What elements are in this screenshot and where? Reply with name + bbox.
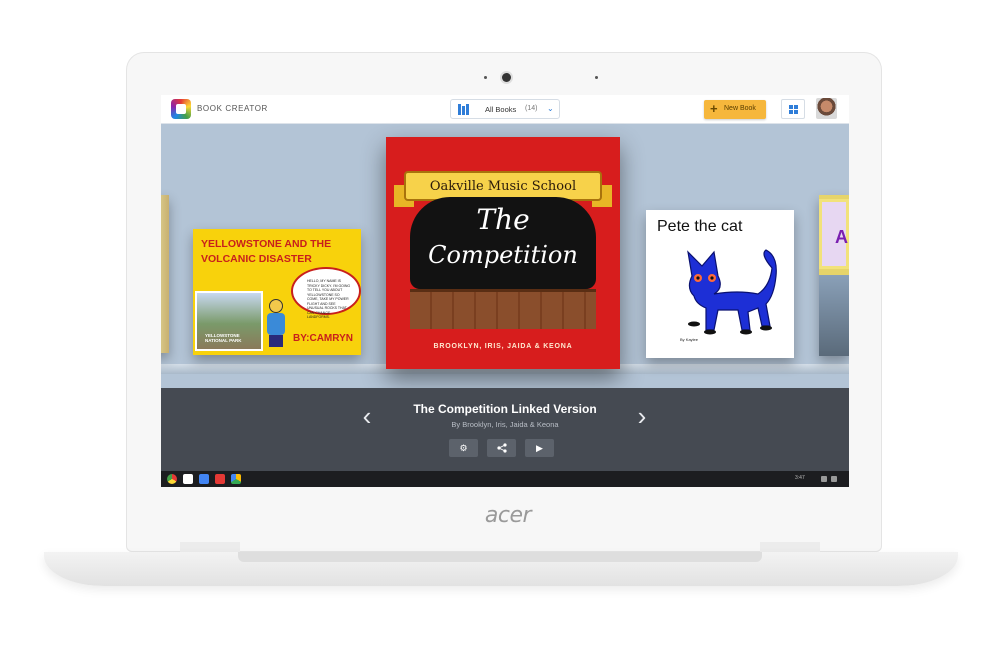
- library-dropdown[interactable]: All Books (14) ⌄: [450, 99, 560, 119]
- youtube-icon[interactable]: [215, 474, 225, 484]
- screen: BOOK CREATOR All Books (14) ⌄ + New Book: [161, 95, 849, 487]
- webcam-sensor-right: [595, 76, 598, 79]
- library-label: All Books: [485, 105, 517, 114]
- drive-icon[interactable]: [231, 474, 241, 484]
- laptop-photo: BOOK CREATOR All Books (14) ⌄ + New Book: [0, 0, 1000, 667]
- share-button[interactable]: [487, 439, 516, 457]
- cover-photo: [819, 275, 849, 356]
- clock[interactable]: 3:47: [795, 475, 805, 481]
- avatar[interactable]: [816, 98, 837, 119]
- speech-text: HELLO, MY NAME IS TRICKY DICKY. I'M GOIN…: [307, 279, 351, 319]
- chevron-down-icon: ⌄: [547, 104, 554, 113]
- webcam-sensor-left: [484, 76, 487, 79]
- share-icon: [496, 443, 507, 453]
- book-cover-title: Pete the cat: [657, 218, 743, 235]
- book-creator-logo-icon: [171, 99, 191, 119]
- battery-icon[interactable]: [831, 476, 837, 482]
- book-cover-author: BY:CAMRYN: [293, 333, 353, 344]
- photo-caption: YELLOWSTONE NATIONAL PARK: [205, 333, 242, 343]
- laptop-brand-logo: acer: [484, 503, 532, 528]
- book-cover-title-line-1: The: [476, 203, 530, 236]
- book-cover-title-line-2: Competition: [428, 241, 578, 269]
- play-button[interactable]: ▶: [525, 439, 554, 457]
- books-icon: [458, 104, 470, 115]
- plus-icon: +: [710, 101, 718, 116]
- new-book-button[interactable]: + New Book: [704, 100, 766, 119]
- chevron-right-icon[interactable]: ›: [632, 403, 652, 429]
- gmail-icon[interactable]: [183, 474, 193, 484]
- grid-view-button[interactable]: [781, 99, 805, 119]
- book-cover-byline: By Kaylee: [680, 337, 699, 342]
- selected-book-title: The Competition Linked Version: [413, 402, 597, 416]
- brick-wall: [410, 289, 596, 329]
- book-cover-yellowstone[interactable]: Yellowstone and the Volcanic Disaster YE…: [193, 229, 361, 355]
- book-cover-authors: Brooklyn, Iris, Jaida & Keona: [433, 343, 573, 350]
- wifi-icon[interactable]: [821, 476, 827, 482]
- play-icon: ▶: [536, 443, 543, 453]
- gear-icon: ⚙: [459, 443, 468, 453]
- selected-book-author: By Brooklyn, Iris, Jaida & Keona: [451, 420, 559, 429]
- os-taskbar: 3:47: [161, 471, 849, 487]
- chalkboard: The Competition: [410, 197, 596, 289]
- speech-bubble: HELLO, MY NAME IS TRICKY DICKY. I'M GOIN…: [291, 267, 361, 319]
- book-cover-title: Yellowstone and the Volcanic Disaster: [201, 238, 332, 265]
- book-cover-pete-the-cat[interactable]: Pete the cat By Kaylee: [646, 210, 794, 358]
- laptop-base-notch: [238, 552, 762, 562]
- app-header: BOOK CREATOR All Books (14) ⌄ + New Book: [161, 95, 849, 124]
- webcam: [502, 73, 511, 82]
- book-cover-partial-right[interactable]: A: [819, 195, 849, 356]
- book-cover-partial-left[interactable]: [161, 195, 169, 353]
- app-title: BOOK CREATOR: [197, 104, 268, 113]
- library-count: (14): [525, 105, 538, 112]
- book-info-panel: ‹ The Competition Linked Version By Broo…: [161, 388, 849, 471]
- google-search-icon[interactable]: [199, 474, 209, 484]
- book-cover-photo: YELLOWSTONE NATIONAL PARK: [195, 291, 263, 351]
- settings-button[interactable]: ⚙: [449, 439, 478, 457]
- cover-letter: A: [835, 227, 848, 247]
- blue-cat-illustration: [687, 249, 777, 335]
- superhero-illustration: [263, 299, 289, 347]
- new-book-label: New Book: [724, 105, 756, 112]
- bookshelf: Yellowstone and the Volcanic Disaster YE…: [161, 124, 849, 388]
- book-cover-competition[interactable]: Oakville Music School The Competition Br…: [386, 137, 620, 369]
- chrome-icon[interactable]: [167, 474, 177, 484]
- school-name: Oakville Music School: [429, 179, 577, 194]
